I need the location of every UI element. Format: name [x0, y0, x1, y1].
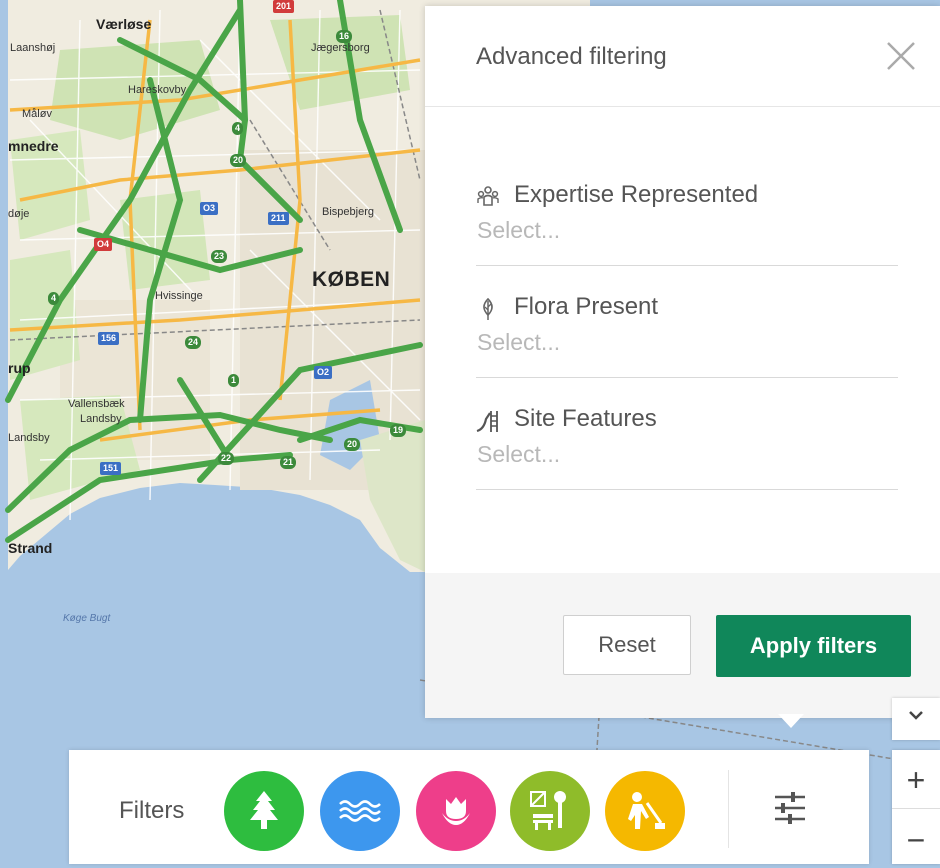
route-shield: 16 [336, 30, 353, 43]
zoom-out-button[interactable]: − [892, 812, 940, 868]
filter-park-button[interactable] [510, 771, 590, 851]
site-features-select[interactable]: Site Features Select... [476, 405, 898, 490]
map-place-label: Strand [8, 540, 53, 556]
reset-button[interactable]: Reset [563, 615, 691, 675]
filters-label: Filters [119, 797, 185, 824]
filter-bar-divider [728, 770, 729, 848]
close-button[interactable] [883, 38, 919, 74]
route-shield: O2 [314, 366, 333, 379]
route-shield: 21 [280, 456, 297, 469]
flora-select[interactable]: Flora Present Select... [476, 293, 898, 378]
route-shield: 4 [48, 292, 60, 305]
advanced-filter-toggle-button[interactable] [769, 787, 811, 829]
chevron-down-icon [909, 711, 923, 720]
filter-flower-button[interactable] [416, 771, 496, 851]
map-sea-label: Køge Bugt [63, 613, 111, 624]
field-label: Flora Present [514, 293, 659, 320]
panel-footer: Reset Apply filters [425, 573, 940, 718]
route-shield: 156 [98, 332, 120, 345]
filter-construction-button[interactable] [605, 771, 685, 851]
route-shield: 22 [218, 452, 235, 465]
filter-bar: Filters [69, 750, 869, 864]
close-icon [887, 42, 915, 70]
park-bench-icon [530, 791, 566, 830]
zoom-in-button[interactable]: + [892, 752, 940, 808]
filter-tree-button[interactable] [224, 771, 304, 851]
filter-water-button[interactable] [320, 771, 400, 851]
map-place-label: døje [8, 208, 30, 220]
field-placeholder: Select... [477, 217, 561, 243]
field-label: Expertise Represented [514, 181, 759, 208]
map-place-label: rup [8, 360, 31, 376]
map-place-label: mnedre [8, 138, 59, 154]
route-shield: 1 [228, 374, 240, 387]
field-placeholder: Select... [477, 441, 561, 467]
panel-body: Expertise Represented Select... Flora Pr… [425, 107, 940, 573]
expertise-select[interactable]: Expertise Represented Select... [476, 181, 898, 266]
field-placeholder: Select... [477, 329, 561, 355]
water-icon [339, 800, 381, 822]
map-place-label: Landsby [80, 413, 122, 425]
map-place-label: Landsby [8, 432, 50, 444]
route-shield: 4 [232, 122, 244, 135]
route-shield: O3 [200, 202, 219, 215]
zoom-control: + − [892, 750, 940, 864]
map-place-label: Måløv [22, 108, 52, 120]
leaf-icon [483, 297, 493, 320]
map-place-label: Hvissinge [155, 290, 203, 302]
map-place-label: KØBEN [312, 268, 391, 291]
route-shield: O4 [94, 238, 113, 251]
tune-sliders-icon [775, 792, 805, 824]
zoom-divider [892, 808, 940, 809]
map-place-label: Hareskovby [128, 84, 187, 96]
tree-icon [250, 791, 278, 829]
route-shield: 20 [230, 154, 247, 167]
map-place-label: Vallensbæk [68, 398, 125, 410]
map-place-label: Bispebjerg [322, 206, 374, 218]
panel-pointer [778, 714, 804, 728]
construction-worker-icon [628, 792, 665, 829]
route-shield: 201 [273, 0, 295, 13]
field-label: Site Features [514, 405, 657, 432]
slide-icon [476, 411, 498, 433]
people-icon [477, 186, 499, 206]
panel-header: Advanced filtering [425, 6, 940, 107]
map-place-label: Laanshøj [10, 42, 56, 54]
advanced-filtering-panel: Advanced filtering Expertise Represented… [425, 6, 940, 718]
map-control-button[interactable] [892, 698, 940, 740]
route-shield: 23 [211, 250, 228, 263]
route-shield: 19 [390, 424, 407, 437]
route-shield: 211 [268, 212, 289, 225]
map-place-label: Jægersborg [311, 42, 370, 54]
flower-icon [442, 797, 470, 825]
panel-title: Advanced filtering [476, 43, 667, 70]
apply-filters-button[interactable]: Apply filters [716, 615, 911, 677]
map-place-label: Værløse [96, 16, 152, 32]
route-shield: 24 [185, 336, 202, 349]
route-shield: 20 [344, 438, 361, 451]
route-shield: 151 [100, 462, 122, 475]
